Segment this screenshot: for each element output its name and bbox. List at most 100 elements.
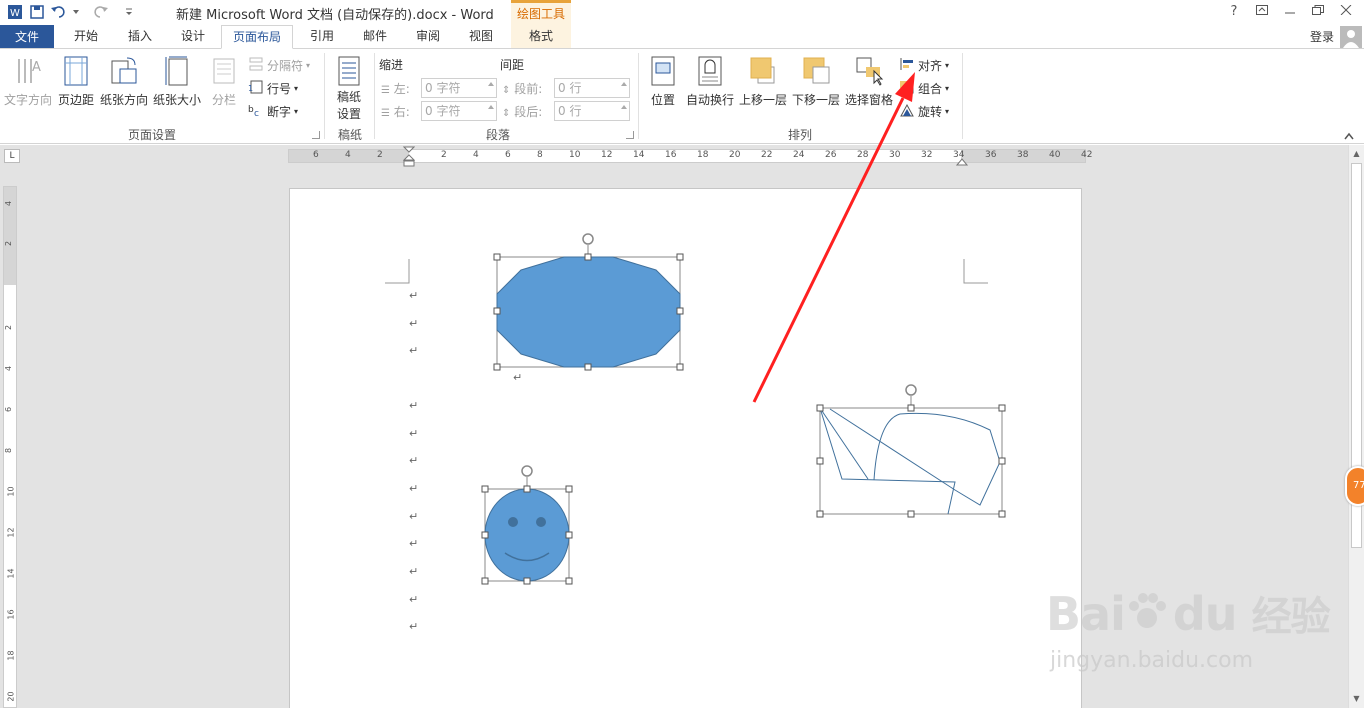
baidu-jingyan-watermark: Bai du 经验 jingyan.baidu.com: [1046, 587, 1331, 673]
ruler-tick-label: 4: [473, 150, 479, 160]
spacing-header: 间距: [500, 58, 525, 72]
ribbon-tabs: 文件 开始 插入 设计 页面布局 引用 邮件 审阅 视图 格式: [0, 25, 1364, 49]
selection-pane-button[interactable]: 选择窗格: [844, 55, 894, 108]
ruler-tick-label: 2: [377, 150, 383, 160]
ruler-tick-label: 40: [1049, 150, 1061, 160]
ruler-tick-label: 12: [6, 527, 16, 538]
tab-selector[interactable]: L: [4, 149, 20, 163]
tab-references[interactable]: 引用: [296, 25, 348, 49]
first-line-indent-marker[interactable]: [402, 146, 416, 171]
text-direction-icon: A: [13, 55, 43, 87]
tab-home[interactable]: 开始: [60, 25, 112, 49]
indent-right-icon: ☰: [381, 108, 390, 119]
help-button[interactable]: ?: [1220, 2, 1248, 22]
ruler-tick-label: 26: [825, 150, 837, 160]
text-direction-button[interactable]: A 文字方向: [2, 55, 54, 108]
close-icon[interactable]: [1332, 2, 1360, 22]
page-drawing-layer: [385, 259, 988, 284]
restore-icon[interactable]: [1304, 2, 1332, 22]
indent-left-label: ☰ 左:: [381, 82, 410, 96]
ribbon-display-options-icon[interactable]: [1248, 2, 1276, 22]
paragraph-launcher-icon[interactable]: [626, 131, 634, 139]
tab-design[interactable]: 设计: [167, 25, 219, 49]
spacing-after-input[interactable]: 0 行: [554, 101, 630, 121]
align-icon: [899, 57, 915, 74]
quick-access-toolbar: W: [6, 3, 138, 21]
ribbon: A 文字方向 页边距 纸张方向 纸张大小 分栏 分隔符 ▾ 1 行号 ▾ bc 断字: [0, 48, 1364, 144]
ruler-tick-label: 14: [6, 568, 16, 579]
bring-forward-button[interactable]: 上移一层: [738, 55, 788, 108]
draft-setup-button[interactable]: 稿纸 设置: [332, 55, 366, 122]
ruler-tick-label: 28: [857, 150, 869, 160]
breaks-button[interactable]: 分隔符 ▾: [248, 55, 310, 75]
page-setup-launcher-icon[interactable]: [312, 131, 320, 139]
horizontal-ruler[interactable]: 6 4 2 2 4 6 8 10 12 14 16 18 20 22 24 26 28 30 32 34 36 38 40 4…: [288, 146, 1092, 167]
group-arrange-label: 排列: [787, 128, 812, 142]
undo-icon[interactable]: [50, 3, 68, 21]
tab-review[interactable]: 审阅: [402, 25, 454, 49]
paw-icon: [1125, 587, 1173, 641]
ruler-tick-label: 6: [505, 150, 511, 160]
indent-left-input[interactable]: 0 字符: [421, 78, 497, 98]
tab-format[interactable]: 格式: [511, 25, 571, 49]
margins-button[interactable]: 页边距: [56, 55, 96, 108]
ruler-tick-label: 42: [1081, 150, 1093, 160]
draft-paper-icon: [334, 55, 364, 87]
svg-text:A: A: [32, 60, 41, 75]
svg-text:W: W: [10, 8, 20, 19]
floating-badge[interactable]: 77: [1345, 466, 1364, 506]
undo-dropdown-icon[interactable]: [72, 3, 80, 21]
window-title: 新建 Microsoft Word 文档 (自动保存的).docx - Word: [176, 8, 494, 23]
sign-in-link[interactable]: 登录: [1310, 28, 1334, 45]
group-button[interactable]: 组合 ▾: [899, 78, 949, 98]
breaks-icon: [248, 57, 264, 74]
ruler-tick-label: 24: [793, 150, 805, 160]
vertical-scrollbar[interactable]: ▲ ▼: [1348, 145, 1364, 708]
ruler-tick-label: 20: [6, 691, 16, 702]
orientation-button[interactable]: 纸张方向: [98, 55, 150, 108]
wrap-text-button[interactable]: 自动换行: [684, 55, 736, 108]
columns-button[interactable]: 分栏: [206, 55, 242, 108]
scroll-down-icon[interactable]: ▼: [1349, 692, 1364, 706]
spacing-before-input[interactable]: 0 行: [554, 78, 630, 98]
avatar[interactable]: [1340, 26, 1362, 48]
customize-qat-icon[interactable]: [120, 3, 138, 21]
minimize-icon[interactable]: [1276, 2, 1304, 22]
group-page-setup-label: 页面设置: [127, 128, 176, 142]
save-icon[interactable]: [28, 3, 46, 21]
orientation-icon: [109, 55, 139, 87]
hyphenation-button[interactable]: bc 断字 ▾: [248, 101, 298, 121]
indent-right-input[interactable]: 0 字符: [421, 101, 497, 121]
ruler-tick-label: 20: [729, 150, 741, 160]
ruler-tick-label: 38: [1017, 150, 1029, 160]
tab-mailings[interactable]: 邮件: [349, 25, 401, 49]
ruler-tick-label: 16: [665, 150, 677, 160]
scroll-up-icon[interactable]: ▲: [1349, 147, 1364, 161]
indent-left-icon: ☰: [381, 85, 390, 96]
spacing-after-label: ⇕ 段后:: [502, 105, 543, 119]
rotate-button[interactable]: 旋转 ▾: [899, 101, 949, 121]
ruler-tick-label: 10: [569, 150, 581, 160]
vertical-ruler[interactable]: 4 2 2 4 6 8 10 12 14 16 18 20: [3, 186, 17, 708]
collapse-ribbon-icon[interactable]: [1344, 129, 1354, 143]
hyphenation-icon: bc: [248, 103, 264, 120]
margins-icon: [61, 55, 91, 87]
ruler-tick-label: 22: [761, 150, 773, 160]
ruler-tick-label: 4: [4, 200, 14, 207]
document-page[interactable]: [289, 188, 1082, 708]
align-button[interactable]: 对齐 ▾: [899, 55, 949, 75]
send-backward-button[interactable]: 下移一层: [791, 55, 841, 108]
columns-icon: [209, 55, 239, 87]
rotate-icon: [899, 103, 915, 120]
redo-icon[interactable]: [92, 3, 110, 21]
tab-view[interactable]: 视图: [455, 25, 507, 49]
position-button[interactable]: 位置: [645, 55, 681, 108]
line-numbers-button[interactable]: 1 行号 ▾: [248, 78, 298, 98]
tab-insert[interactable]: 插入: [114, 25, 166, 49]
tab-file[interactable]: 文件: [0, 25, 54, 49]
spacing-before-icon: ⇕: [502, 85, 511, 96]
tab-page-layout[interactable]: 页面布局: [221, 25, 293, 49]
ruler-tick-label: 2: [4, 240, 14, 247]
right-indent-marker[interactable]: [955, 155, 969, 169]
size-button[interactable]: 纸张大小: [151, 55, 203, 108]
